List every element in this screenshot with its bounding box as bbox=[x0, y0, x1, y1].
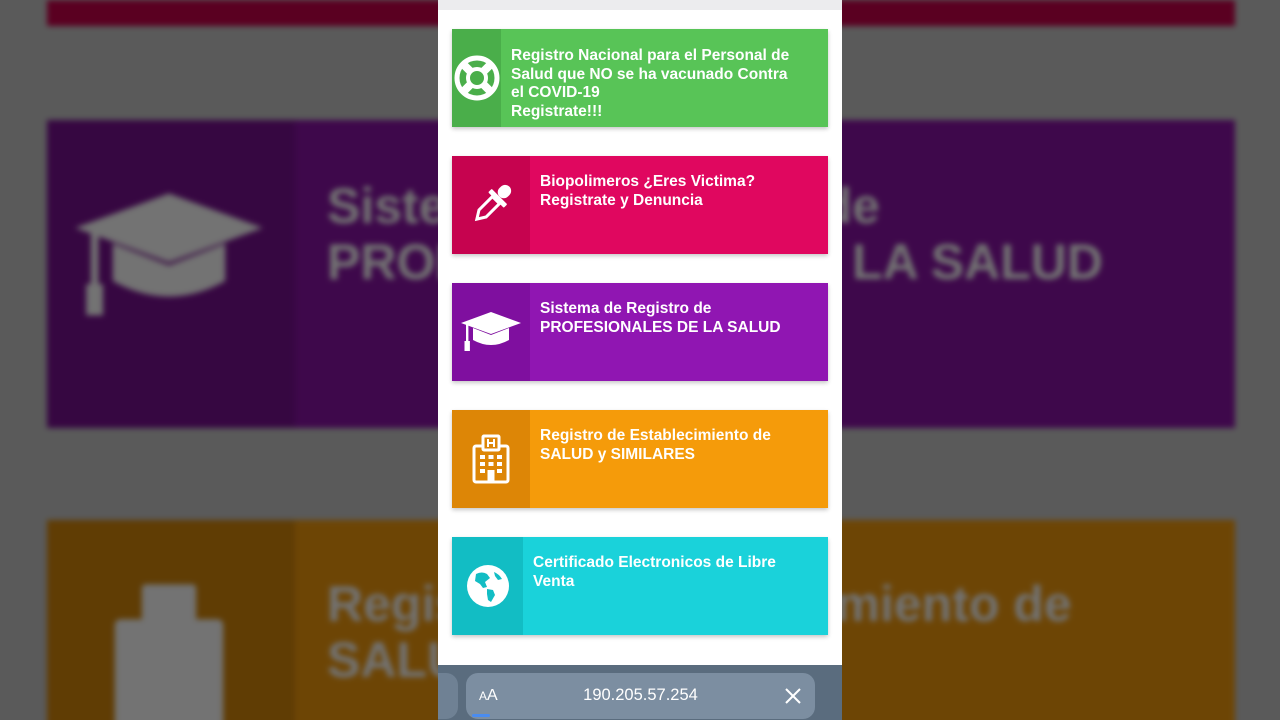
url-field[interactable]: AA 190.205.57.254 bbox=[466, 673, 815, 719]
lifebuoy-icon bbox=[454, 55, 499, 101]
card-icon-column bbox=[452, 156, 530, 254]
phone-screen: Registro Nacional para el Personal de Sa… bbox=[438, 0, 842, 720]
card-label: Registro de Establecimiento de SALUD y S… bbox=[540, 427, 771, 463]
card-icon-column bbox=[452, 283, 530, 381]
card-label: Registro Nacional para el Personal de Sa… bbox=[511, 47, 790, 120]
graduation-cap-icon bbox=[461, 312, 521, 351]
card-biopolimeros[interactable]: Biopolimeros ¿Eres Victima? Registrate y… bbox=[452, 156, 828, 254]
dropper-icon bbox=[474, 184, 512, 222]
card-registro-covid[interactable]: Registro Nacional para el Personal de Sa… bbox=[452, 29, 828, 127]
card-label: Sistema de Registro de PROFESIONALES DE … bbox=[540, 300, 781, 336]
card-certificado-libre-venta[interactable]: Certificado Electronicos de Libre Venta bbox=[452, 537, 828, 635]
card-profesionales-salud[interactable]: Sistema de Registro de PROFESIONALES DE … bbox=[452, 283, 828, 381]
bg-hospital-icon bbox=[114, 584, 224, 720]
url-text: 190.205.57.254 bbox=[583, 686, 698, 704]
card-label: Biopolimeros ¿Eres Victima? Registrate y… bbox=[540, 173, 756, 209]
hospital-icon bbox=[472, 434, 510, 484]
browser-address-bar: AA 190.205.57.254 bbox=[438, 665, 842, 720]
previous-tab-button[interactable] bbox=[438, 673, 458, 719]
card-label: Certificado Electronicos de Libre Venta bbox=[533, 554, 776, 590]
bg-graduation-cap-icon bbox=[75, 193, 263, 316]
card-icon-column bbox=[452, 29, 501, 127]
top-strip bbox=[438, 0, 842, 10]
card-establecimiento-salud[interactable]: Registro de Establecimiento de SALUD y S… bbox=[452, 410, 828, 508]
loading-indicator bbox=[472, 714, 490, 717]
card-icon-column bbox=[452, 537, 523, 635]
close-icon[interactable] bbox=[783, 686, 803, 706]
globe-icon bbox=[466, 565, 509, 607]
card-icon-column bbox=[452, 410, 530, 508]
